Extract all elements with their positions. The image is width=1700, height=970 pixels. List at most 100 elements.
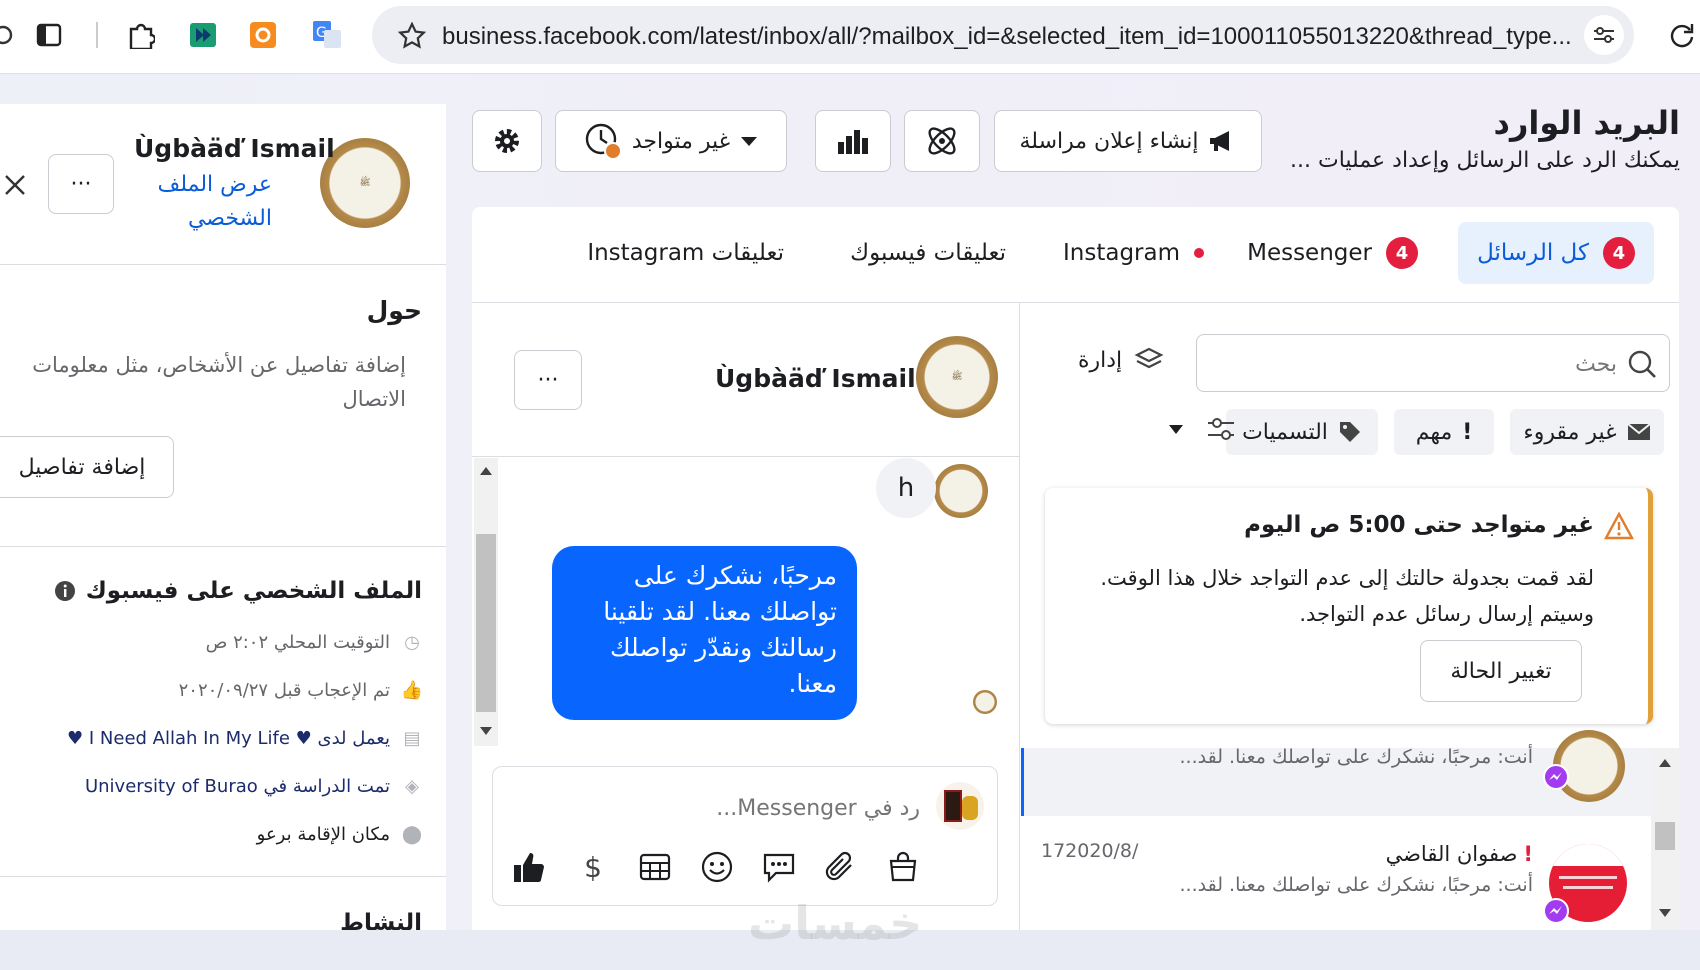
payment-icon[interactable]: $ (576, 850, 610, 884)
contact-name[interactable]: Ùgbàäď Ismail (715, 364, 916, 393)
table-icon[interactable] (638, 850, 672, 884)
scrollbar-thumb[interactable] (476, 534, 496, 712)
megaphone-icon (1210, 131, 1230, 151)
settings-button[interactable] (472, 110, 542, 172)
profile-more-button[interactable]: ··· (48, 154, 114, 214)
extensions-icon[interactable] (126, 20, 156, 50)
scroll-down-icon[interactable] (479, 726, 493, 736)
tab-instagram[interactable]: Instagram (1063, 222, 1204, 284)
reload-icon[interactable] (1667, 20, 1697, 50)
filter-options[interactable] (1168, 416, 1236, 442)
url-text: business.facebook.com/latest/inbox/all/?… (442, 23, 1572, 50)
scroll-down-icon[interactable] (1658, 908, 1672, 918)
sliders-icon (1208, 418, 1234, 440)
filter-labels[interactable]: التسميات (1226, 409, 1378, 455)
messenger-badge-icon (1543, 764, 1569, 790)
like-icon[interactable] (512, 850, 546, 884)
thread-preview: أنت: مرحبًا، نشكرك على تواصلك معنا. لقد.… (1179, 746, 1533, 768)
availability-status-button[interactable]: غير متواجد (555, 110, 787, 172)
composer[interactable] (492, 766, 998, 906)
shop-bag-icon[interactable] (886, 850, 920, 884)
tab-facebook-comments[interactable]: تعليقات فيسبوك (850, 222, 1006, 284)
search-input[interactable] (1237, 349, 1617, 379)
thread-preview: أنت: مرحبًا، نشكرك على تواصلك معنا. لقد.… (1179, 874, 1533, 896)
address-bar[interactable]: business.facebook.com/latest/inbox/all/?… (372, 6, 1634, 64)
info-icon[interactable] (54, 580, 76, 602)
manage-button[interactable]: إدارة (1078, 346, 1164, 374)
unread-dot (1194, 248, 1204, 258)
thread-name: صفوان القاضي (1385, 842, 1518, 866)
tab-all-messages[interactable]: 4 كل الرسائل (1458, 222, 1654, 284)
page-subtitle: يمكنك الرد على الرسائل وإعداد عمليات ... (1290, 148, 1680, 173)
orange-extension-icon[interactable] (248, 20, 278, 50)
manage-label: إدارة (1078, 347, 1123, 373)
thread-item[interactable]: ! صفوان القاضي 172020/8/ أنت: مرحبًا، نشك… (1021, 818, 1651, 930)
tab-messenger[interactable]: 4 Messenger (1247, 222, 1418, 284)
scrollbar-thumb[interactable] (1655, 822, 1675, 850)
local-time-row: ◷ التوقيت المحلي ٢:٠٢ ص (206, 632, 422, 653)
atom-icon (928, 127, 956, 155)
tab-label: تعليقات Instagram (587, 240, 784, 266)
translate-icon[interactable]: G (312, 20, 342, 50)
insights-button[interactable] (815, 110, 891, 172)
page-avatar (936, 782, 984, 830)
more-icon: ··· (537, 367, 559, 393)
gear-icon (495, 129, 519, 153)
bookmark-star-icon[interactable] (398, 22, 426, 49)
scroll-up-icon[interactable] (479, 466, 493, 476)
scroll-up-icon[interactable] (1658, 758, 1672, 768)
thumbs-up-icon: 👍 (400, 680, 424, 701)
urgent-icon: ! (1523, 842, 1533, 866)
conversation-more-button[interactable]: ··· (514, 350, 582, 410)
location-row: ⬤ مكان الإقامة برعو (257, 824, 422, 845)
about-text: إضافة تفاصيل عن الأشخاص، مثل معلومات الا… (32, 353, 406, 411)
create-messaging-ad-button[interactable]: إنشاء إعلان مراسلة (994, 110, 1262, 172)
emoji-icon[interactable] (700, 850, 734, 884)
media-extension-icon[interactable] (188, 20, 218, 50)
filter-label: غير مقروء (1523, 419, 1617, 445)
profile-name: Ùgbàäď Ismail (134, 134, 335, 163)
profile-icon[interactable] (0, 20, 22, 50)
clock-icon: ◷ (404, 632, 420, 653)
more-icon: ··· (70, 171, 92, 197)
activity-section-title: النشاط (340, 910, 422, 930)
work-row: ▤ يعمل لدى ♥ I Need Allah In My Life ♥ (67, 728, 422, 749)
atom-button[interactable] (904, 110, 980, 172)
site-settings-icon[interactable] (1584, 15, 1624, 55)
close-icon[interactable] (4, 174, 26, 196)
briefcase-icon: ▤ (403, 728, 421, 749)
filter-label: مهم (1415, 419, 1453, 445)
incoming-message[interactable]: h (876, 458, 936, 518)
create-ad-label: إنشاء إعلان مراسلة (1019, 128, 1199, 154)
add-details-button[interactable]: إضافة تفاصيل (0, 436, 174, 498)
filter-important[interactable]: مهم ! (1394, 409, 1494, 455)
search-field[interactable] (1196, 334, 1670, 392)
tab-instagram-comments[interactable]: تعليقات Instagram (587, 222, 784, 284)
outgoing-message[interactable]: مرحبًا، نشكرك على تواصلك معنا. لقد تلقين… (552, 546, 857, 720)
contact-avatar[interactable]: ﷺ (916, 336, 998, 418)
tab-label: تعليقات فيسبوك (850, 240, 1006, 266)
envelope-icon (1627, 423, 1651, 440)
view-profile-link[interactable]: عرض الملف الشخصي (112, 168, 272, 236)
section-title-text: الملف الشخصي على فيسبوك (85, 578, 422, 604)
filter-unread[interactable]: غير مقروء (1510, 409, 1664, 455)
change-status-button[interactable]: تغيير الحالة (1420, 640, 1582, 702)
tag-icon (1339, 422, 1360, 442)
exclamation-icon: ! (1462, 419, 1473, 445)
attachment-icon[interactable] (824, 850, 858, 884)
away-clock-icon (585, 123, 622, 160)
messenger-badge-icon (1543, 898, 1569, 924)
sender-avatar (934, 464, 988, 518)
thread-item-selected[interactable]: أنت: مرحبًا، نشكرك على تواصلك معنا. لقد.… (1021, 730, 1651, 816)
about-title: حول (366, 296, 422, 325)
reply-input[interactable] (520, 792, 920, 824)
thread-list-scrollbar[interactable] (1651, 748, 1679, 930)
sidebar-icon[interactable] (34, 20, 64, 50)
saved-replies-icon[interactable] (762, 850, 796, 884)
tab-label: كل الرسائل (1477, 240, 1589, 266)
conversation-scrollbar[interactable] (474, 458, 498, 746)
away-notice: غير متواجد حتى 5:00 ص اليوم لقد قمت بجدو… (1045, 488, 1653, 724)
thread-name-row: ! صفوان القاضي (1386, 842, 1533, 866)
browser-toolbar: G business.facebook.com/latest/inbox/all… (0, 0, 1700, 74)
warning-icon (1604, 512, 1634, 540)
